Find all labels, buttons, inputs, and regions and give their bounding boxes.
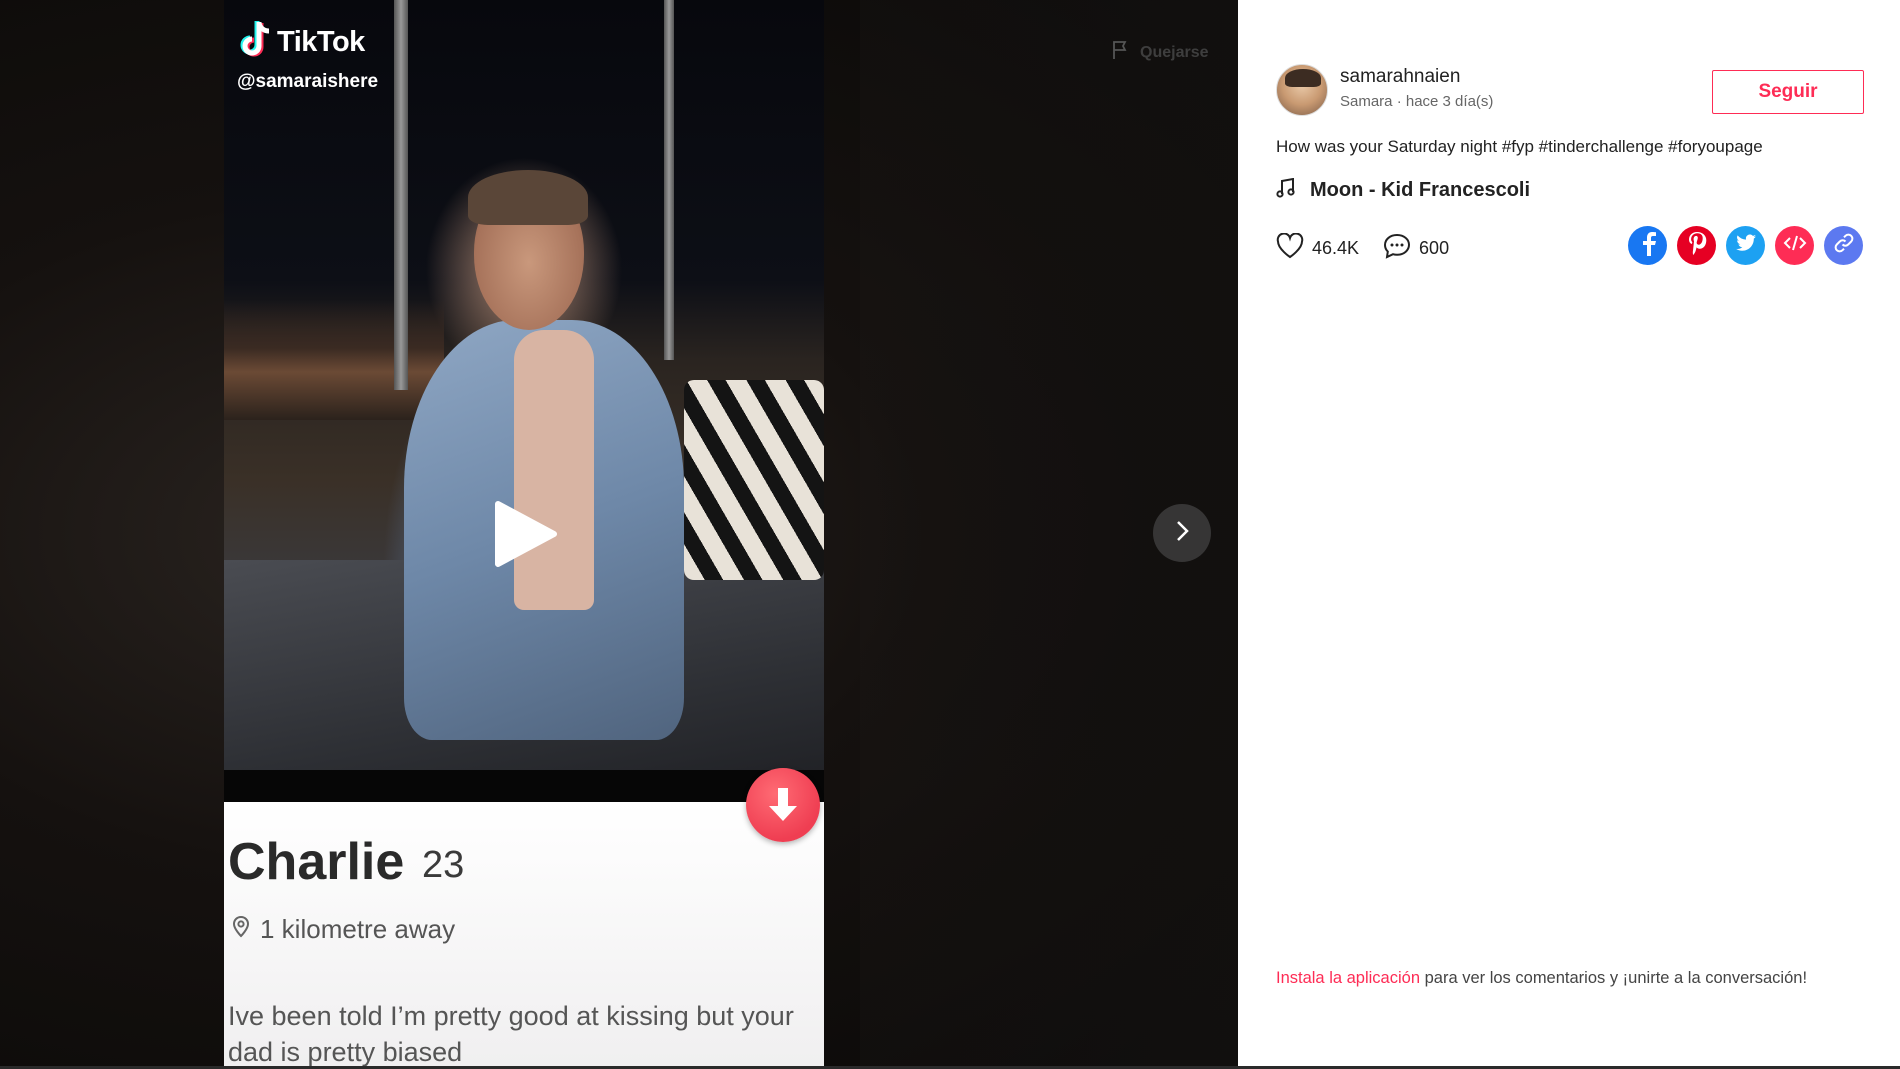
report-label: Quejarse: [1140, 43, 1209, 61]
twitter-share-button[interactable]: [1726, 226, 1765, 265]
stats-row: 46.4K 600: [1276, 232, 1473, 264]
video-player[interactable]: Charlie 23 1 kilometre away Ive been tol…: [0, 0, 1238, 1066]
profile-distance: 1 kilometre away: [260, 914, 456, 944]
caption: How was your Saturday night #fyp #tinder…: [1276, 137, 1763, 156]
follow-button[interactable]: Seguir: [1712, 70, 1864, 114]
user-meta: Samara · hace 3 día(s): [1340, 93, 1494, 110]
pinterest-share-button[interactable]: [1677, 226, 1716, 265]
tiktok-watermark: TikTok @samaraishere: [237, 20, 378, 93]
install-app-note: Instala la aplicación para ver los comen…: [1276, 965, 1816, 992]
embed-icon: [1783, 234, 1807, 257]
heart-icon: [1276, 232, 1304, 264]
copy-link-button[interactable]: [1824, 226, 1863, 265]
flag-icon: [1112, 40, 1130, 65]
next-video-button[interactable]: [1153, 504, 1211, 562]
comment-count: 600: [1419, 238, 1450, 258]
play-icon[interactable]: [490, 498, 560, 570]
share-row: [1628, 226, 1863, 265]
music-title[interactable]: Moon - Kid Francescoli: [1310, 179, 1530, 202]
post-details-panel: samarahnaien Samara · hace 3 día(s) Segu…: [1238, 0, 1900, 1066]
link-icon: [1833, 232, 1855, 259]
profile-card: Charlie 23 1 kilometre away Ive been tol…: [224, 802, 824, 1066]
facebook-icon: [1637, 230, 1659, 261]
like-stat[interactable]: 46.4K: [1276, 232, 1360, 264]
video-still-image: [224, 0, 824, 800]
comment-icon: [1383, 233, 1411, 264]
location-pin-icon: [232, 915, 250, 943]
profile-age: 23: [422, 844, 465, 886]
arrow-down-icon: [746, 768, 820, 842]
twitter-icon: [1735, 233, 1757, 258]
music-row[interactable]: Moon - Kid Francescoli: [1276, 177, 1530, 203]
tiktok-logo-icon: [237, 20, 273, 65]
profile-name: Charlie: [228, 833, 405, 891]
tiktok-handle: @samaraishere: [237, 71, 379, 92]
like-count: 46.4K: [1312, 238, 1360, 258]
embed-share-button[interactable]: [1775, 226, 1814, 265]
profile-distance-row: 1 kilometre away: [232, 914, 455, 945]
music-note-icon: [1276, 177, 1296, 203]
pinterest-icon: [1686, 230, 1708, 261]
report-button[interactable]: Quejarse: [1112, 40, 1208, 65]
chevron-right-icon: [1173, 519, 1191, 548]
facebook-share-button[interactable]: [1628, 226, 1667, 265]
tiktok-brand: TikTok: [277, 26, 365, 58]
profile-bio: Ive been told I’m pretty good at kissing…: [228, 1001, 794, 1066]
install-app-link[interactable]: Instala la aplicación: [1276, 969, 1420, 987]
avatar[interactable]: [1276, 64, 1328, 116]
username[interactable]: samarahnaien: [1340, 66, 1460, 88]
comment-stat[interactable]: 600: [1383, 233, 1449, 264]
install-app-text: para ver los comentarios y ¡unirte a la …: [1420, 969, 1808, 987]
